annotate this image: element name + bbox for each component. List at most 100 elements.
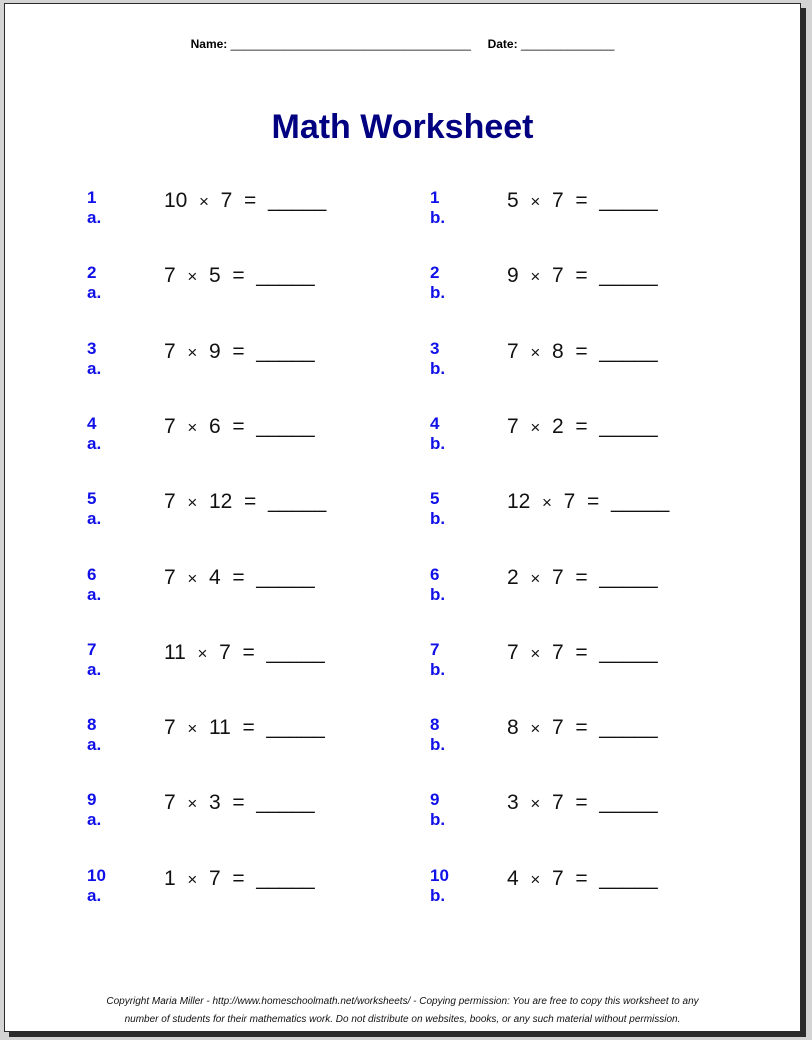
operand-1: 7	[507, 640, 519, 664]
answer-blank[interactable]: _____	[256, 340, 314, 363]
problem-label: 2 b.	[430, 263, 446, 303]
answer-blank[interactable]: _____	[599, 867, 657, 890]
operand-2: 7	[551, 565, 564, 589]
equation: 2 × 7 = _____	[507, 566, 658, 590]
date-field[interactable]: Date: ______________	[488, 37, 615, 51]
times-sign: ×	[530, 719, 541, 739]
operand-2: 4	[208, 565, 221, 589]
problem-label: 6 a.	[87, 564, 102, 604]
equation: 7 × 5 = _____	[164, 264, 315, 288]
equals-sign: =	[244, 490, 257, 514]
operand-1: 12	[507, 490, 531, 514]
equals-sign: =	[575, 866, 588, 890]
answer-blank[interactable]: _____	[266, 716, 324, 739]
problem-label: 10 b.	[430, 865, 449, 905]
operand-2: 9	[208, 339, 221, 363]
equals-sign: =	[232, 565, 245, 589]
times-sign: ×	[199, 192, 209, 211]
problem-label: 8 a.	[87, 715, 102, 755]
operand-1: 10	[164, 189, 188, 212]
times-sign: ×	[530, 643, 541, 663]
equals-sign: =	[575, 339, 588, 363]
equals-sign: =	[232, 414, 245, 438]
times-sign: ×	[187, 719, 198, 739]
answer-blank[interactable]: _____	[268, 189, 326, 212]
operand-2: 5	[208, 264, 221, 288]
equals-sign: =	[232, 866, 245, 890]
operand-2: 7	[551, 716, 564, 740]
name-blank: ____________________________________	[230, 37, 471, 51]
answer-blank[interactable]: _____	[256, 791, 314, 814]
answer-blank[interactable]: _____	[256, 264, 314, 287]
times-sign: ×	[530, 417, 541, 437]
answer-blank[interactable]: _____	[599, 716, 657, 739]
answer-blank[interactable]: _____	[599, 415, 657, 438]
equation: 5 × 7 = _____	[507, 189, 658, 213]
problem-label: 4 a.	[87, 413, 102, 453]
times-sign: ×	[187, 568, 198, 588]
problem-label: 7 b.	[430, 639, 446, 679]
answer-blank[interactable]: _____	[599, 189, 657, 212]
problem-label: 2 a.	[87, 263, 102, 303]
equals-sign: =	[244, 189, 257, 212]
answer-blank[interactable]: _____	[256, 566, 314, 589]
operand-1: 8	[507, 716, 519, 740]
problem-label: 3 a.	[87, 338, 102, 378]
date-blank: ______________	[520, 37, 615, 51]
operand-1: 7	[164, 791, 176, 815]
operand-1: 7	[164, 339, 176, 363]
answer-blank[interactable]: _____	[256, 867, 314, 890]
times-sign: ×	[530, 192, 541, 211]
equation: 7 × 12 = _____	[164, 490, 326, 514]
problem-label: 9 a.	[87, 790, 102, 830]
operand-2: 7	[551, 189, 564, 212]
times-sign: ×	[530, 568, 541, 588]
equation: 7 × 11 = _____	[164, 716, 325, 740]
operand-1: 4	[507, 866, 519, 890]
worksheet-page: Name: __________________________________…	[4, 3, 801, 1032]
equation: 12 × 7 = _____	[507, 490, 669, 514]
equation: 4 × 7 = _____	[507, 867, 658, 891]
answer-blank[interactable]: _____	[266, 641, 324, 664]
answer-blank[interactable]: _____	[599, 340, 657, 363]
equals-sign: =	[575, 189, 588, 212]
problem-label: 3 b.	[430, 338, 446, 378]
equals-sign: =	[575, 414, 588, 438]
operand-1: 7	[164, 264, 176, 288]
problem-label: 1 b.	[430, 188, 446, 227]
answer-blank[interactable]: _____	[256, 415, 314, 438]
equals-sign: =	[575, 791, 588, 815]
answer-blank[interactable]: _____	[268, 490, 326, 513]
answer-blank[interactable]: _____	[611, 490, 669, 513]
times-sign: ×	[530, 869, 541, 889]
times-sign: ×	[187, 869, 198, 889]
problem-label: 5 a.	[87, 489, 102, 529]
problem-label: 10 a.	[87, 865, 106, 905]
answer-blank[interactable]: _____	[599, 791, 657, 814]
equals-sign: =	[587, 490, 600, 514]
times-sign: ×	[187, 267, 198, 287]
equation: 7 × 6 = _____	[164, 415, 315, 439]
operand-2: 6	[208, 414, 221, 438]
page-title: Math Worksheet	[271, 108, 534, 146]
operand-2: 7	[551, 264, 564, 288]
answer-blank[interactable]: _____	[599, 264, 657, 287]
problem-label: 4 b.	[430, 413, 446, 453]
equation: 1 × 7 = _____	[164, 867, 315, 891]
equals-sign: =	[242, 716, 255, 740]
operand-1: 7	[507, 339, 519, 363]
name-field[interactable]: Name: __________________________________…	[191, 37, 471, 51]
equation: 7 × 7 = _____	[507, 641, 658, 665]
equals-sign: =	[575, 264, 588, 288]
times-sign: ×	[187, 342, 198, 362]
operand-1: 7	[164, 490, 176, 514]
date-label: Date:	[487, 37, 518, 51]
problem-label: 5 b.	[430, 489, 446, 529]
equation: 3 × 7 = _____	[507, 791, 658, 815]
equation: 11 × 7 = _____	[164, 641, 325, 665]
equation: 7 × 9 = _____	[164, 340, 315, 364]
header-fields: Name: __________________________________…	[5, 37, 800, 51]
answer-blank[interactable]: _____	[599, 566, 657, 589]
answer-blank[interactable]: _____	[599, 641, 657, 664]
times-sign: ×	[530, 267, 541, 287]
